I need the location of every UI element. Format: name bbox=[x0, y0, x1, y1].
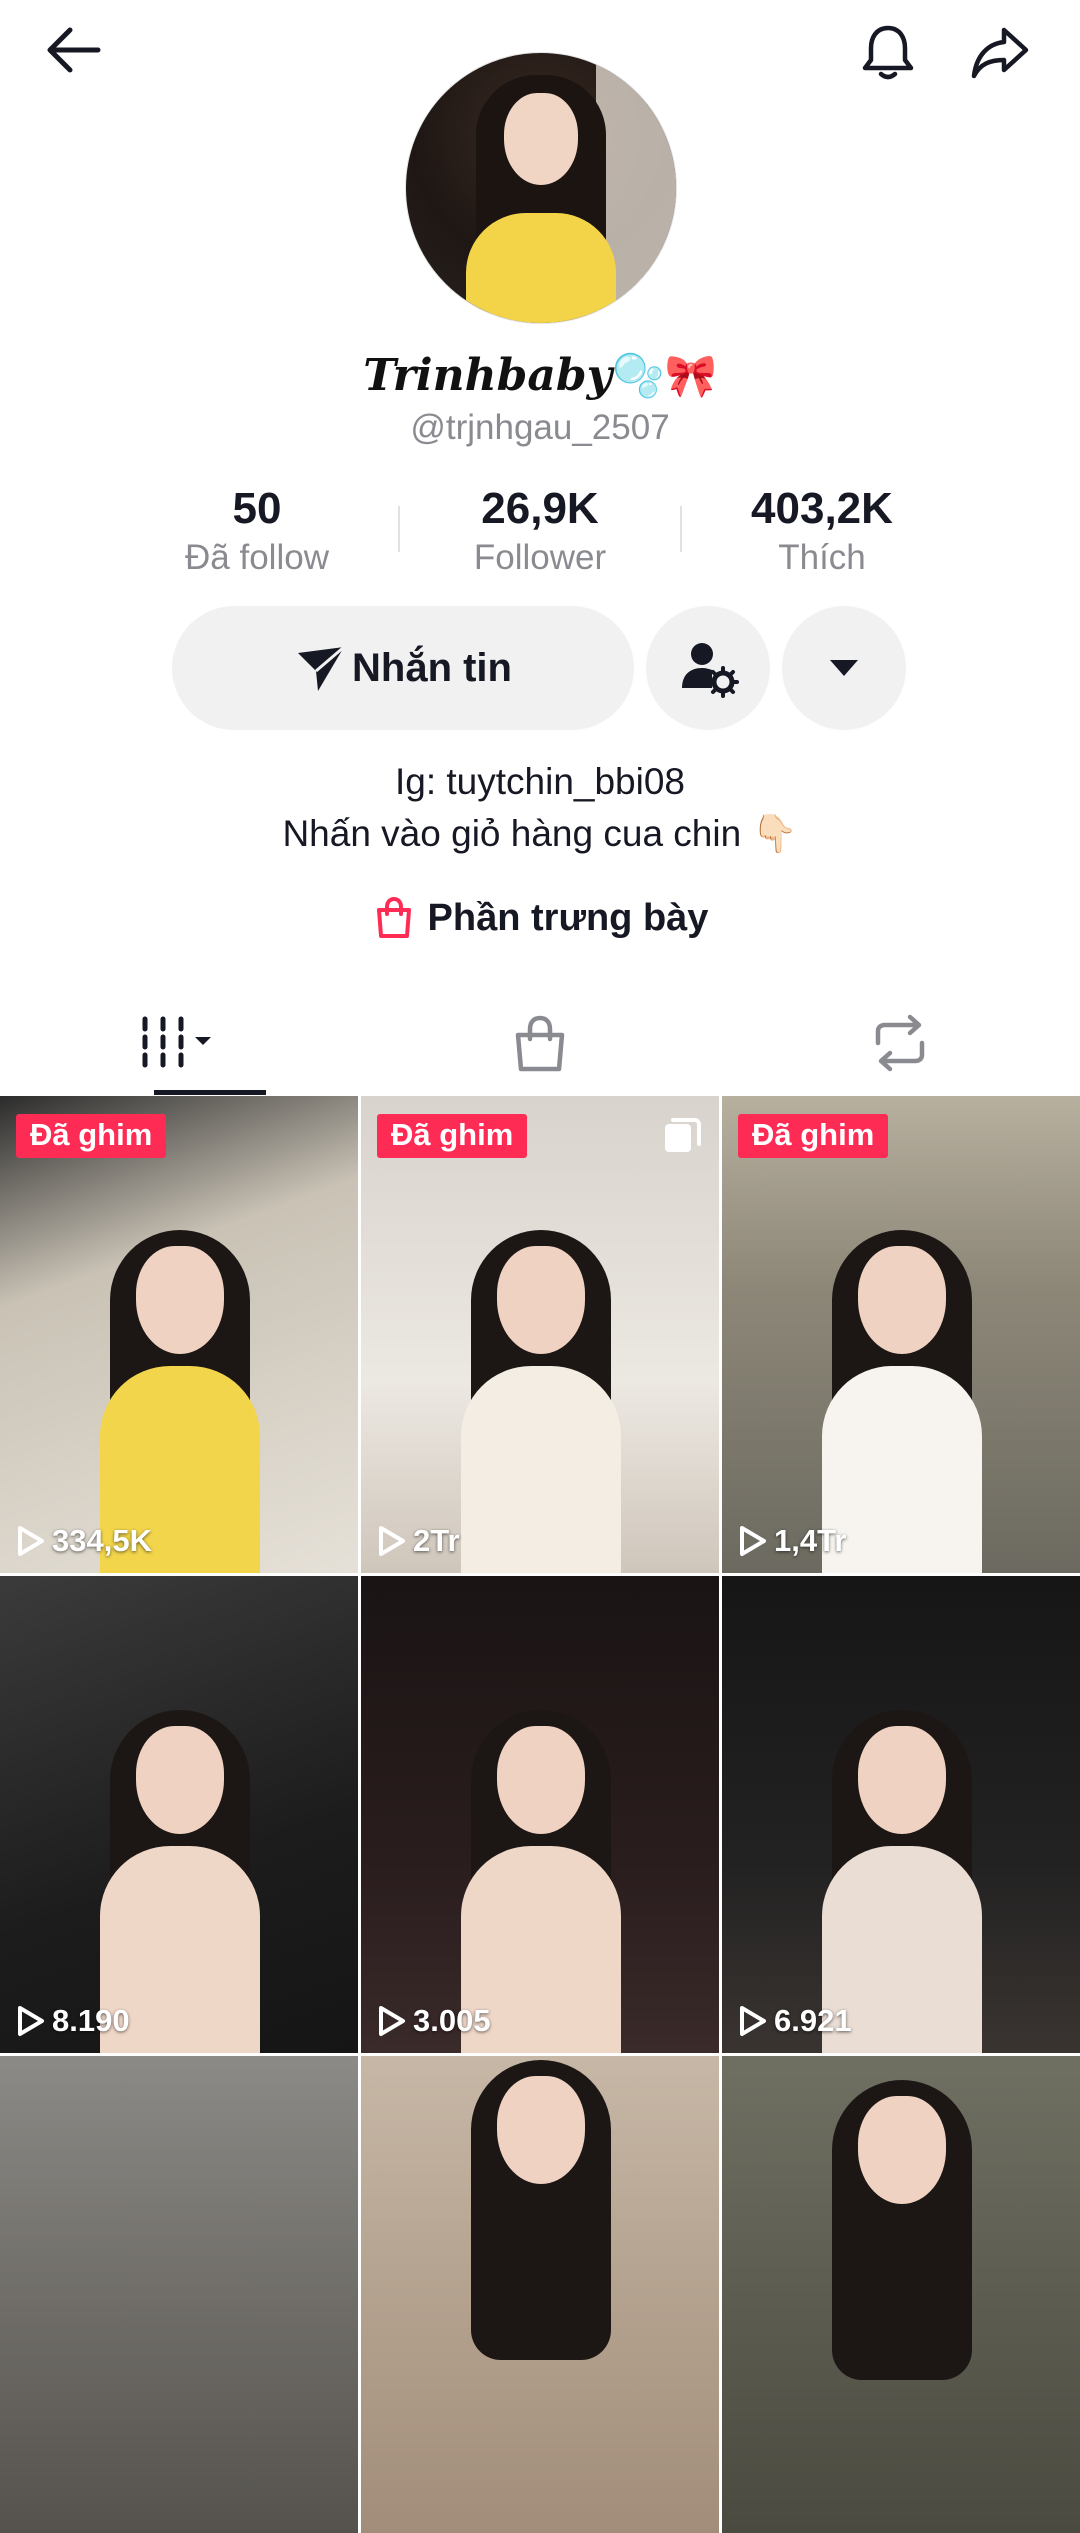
video-thumbnail[interactable] bbox=[361, 2056, 719, 2533]
multi-image-icon bbox=[665, 1118, 701, 1152]
stat-following[interactable]: 50 Đã follow bbox=[117, 482, 397, 580]
view-count-value: 8.190 bbox=[52, 2003, 130, 2038]
active-tab-indicator bbox=[154, 1090, 266, 1095]
user-settings-icon bbox=[682, 643, 739, 698]
tab-videos[interactable] bbox=[0, 990, 360, 1096]
video-thumbnail[interactable]: Đã ghim 334,5K bbox=[0, 1096, 358, 1573]
play-icon bbox=[18, 1526, 44, 1556]
play-icon bbox=[18, 2006, 44, 2036]
view-count-value: 334,5K bbox=[52, 1523, 152, 1558]
tab-shop[interactable] bbox=[360, 990, 720, 1096]
stat-likes[interactable]: 403,2K Thích bbox=[682, 482, 962, 580]
bio-line: Nhấn vào giỏ hàng cua chin 👇🏻 bbox=[282, 813, 798, 854]
pinned-badge: Đã ghim bbox=[16, 1114, 167, 1158]
view-count-value: 2Tr bbox=[413, 1523, 460, 1558]
username: @trjnhgau_2507 bbox=[410, 408, 670, 447]
play-icon bbox=[740, 2006, 766, 2036]
stat-followers[interactable]: 26,9K Follower bbox=[400, 482, 680, 580]
stat-likes-value: 403,2K bbox=[751, 484, 893, 533]
share-button[interactable] bbox=[960, 12, 1040, 92]
share-arrow-icon bbox=[971, 27, 1029, 79]
bio-line: Ig: tuytchin_bbi08 bbox=[394, 761, 686, 802]
bell-icon bbox=[862, 25, 914, 80]
video-thumbnail[interactable]: Đã ghim 2Tr bbox=[361, 1096, 719, 1573]
name-decoration: 🫧🎀 bbox=[612, 351, 717, 400]
triangle-down-icon bbox=[830, 660, 858, 676]
stat-likes-label: Thích bbox=[778, 538, 866, 577]
pinned-badge: Đã ghim bbox=[377, 1114, 528, 1158]
showcase-label: Phần trưng bày bbox=[427, 896, 709, 939]
repost-icon bbox=[875, 1014, 925, 1072]
video-thumbnail[interactable]: 3.005 bbox=[361, 1576, 719, 2053]
view-count: 3.005 bbox=[377, 2003, 491, 2039]
message-button[interactable]: Nhắn tin bbox=[172, 606, 634, 730]
content-tabs bbox=[0, 990, 1080, 1096]
view-count-value: 1,4Tr bbox=[774, 1523, 847, 1558]
message-button-label: Nhắn tin bbox=[352, 645, 512, 690]
profile-avatar[interactable] bbox=[405, 52, 677, 324]
view-count: 8.190 bbox=[16, 2003, 130, 2039]
video-thumbnail[interactable]: 6.921 bbox=[722, 1576, 1080, 2053]
back-button[interactable] bbox=[36, 12, 112, 88]
videos-grid-icon bbox=[142, 1016, 211, 1068]
arrow-left-icon bbox=[47, 27, 101, 73]
video-thumbnail[interactable]: Đã ghim 1,4Tr bbox=[722, 1096, 1080, 1573]
view-count: 334,5K bbox=[16, 1523, 152, 1559]
play-icon bbox=[379, 2006, 405, 2036]
shopping-bag-icon bbox=[376, 896, 411, 938]
video-grid: Đã ghim 334,5K Đã ghim 2Tr Đã ghim 1,4Tr bbox=[0, 1096, 1080, 2533]
display-name: Trinhbaby🫧🎀 bbox=[363, 350, 717, 401]
stats-divider bbox=[680, 506, 682, 552]
view-count-value: 3.005 bbox=[413, 2003, 491, 2038]
profile-stats: 50 Đã follow 26,9K Follower 403,2K Thích bbox=[0, 482, 1080, 582]
view-count-value: 6.921 bbox=[774, 2003, 852, 2038]
follow-settings-button[interactable] bbox=[646, 606, 770, 730]
stat-following-value: 50 bbox=[232, 484, 282, 533]
video-thumbnail[interactable]: 8.190 bbox=[0, 1576, 358, 2053]
view-count: 2Tr bbox=[377, 1523, 460, 1559]
profile-bio: Ig: tuytchin_bbi08 Nhấn vào giỏ hàng cua… bbox=[0, 756, 1080, 860]
stat-followers-value: 26,9K bbox=[481, 484, 599, 533]
stat-following-label: Đã follow bbox=[185, 538, 329, 577]
pinned-badge: Đã ghim bbox=[738, 1114, 889, 1158]
view-count: 1,4Tr bbox=[738, 1523, 846, 1559]
notification-bell-button[interactable] bbox=[848, 12, 928, 92]
profile-actions: Nhắn tin bbox=[0, 606, 1080, 730]
send-icon bbox=[298, 645, 345, 691]
play-icon bbox=[379, 1526, 405, 1556]
stats-divider bbox=[398, 506, 400, 552]
shopping-bag-icon bbox=[515, 1015, 565, 1072]
play-icon bbox=[740, 1526, 766, 1556]
more-options-button[interactable] bbox=[782, 606, 906, 730]
tab-reposts[interactable] bbox=[720, 990, 1080, 1096]
video-thumbnail[interactable] bbox=[0, 2056, 358, 2533]
video-thumbnail[interactable] bbox=[722, 2056, 1080, 2533]
view-count: 6.921 bbox=[738, 2003, 852, 2039]
showcase-link[interactable]: Phần trưng bày bbox=[0, 896, 1080, 940]
stat-followers-label: Follower bbox=[473, 538, 607, 577]
